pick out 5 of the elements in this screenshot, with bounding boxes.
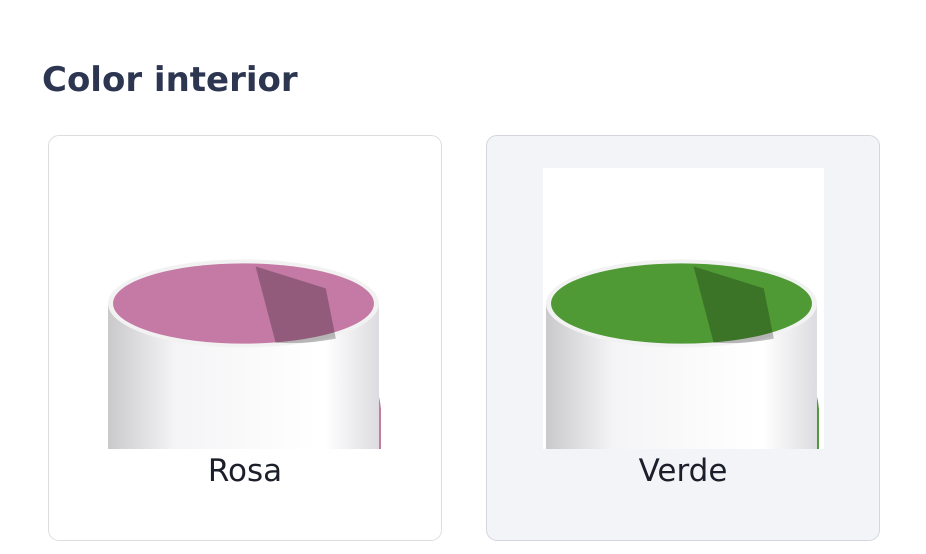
option-card[interactable]: Rosa: [48, 135, 442, 542]
option-card[interactable]: Verde: [486, 135, 880, 542]
option-label: Rosa: [208, 453, 282, 491]
section-title: Color interior: [42, 62, 299, 100]
option-label: Verde: [638, 453, 728, 491]
